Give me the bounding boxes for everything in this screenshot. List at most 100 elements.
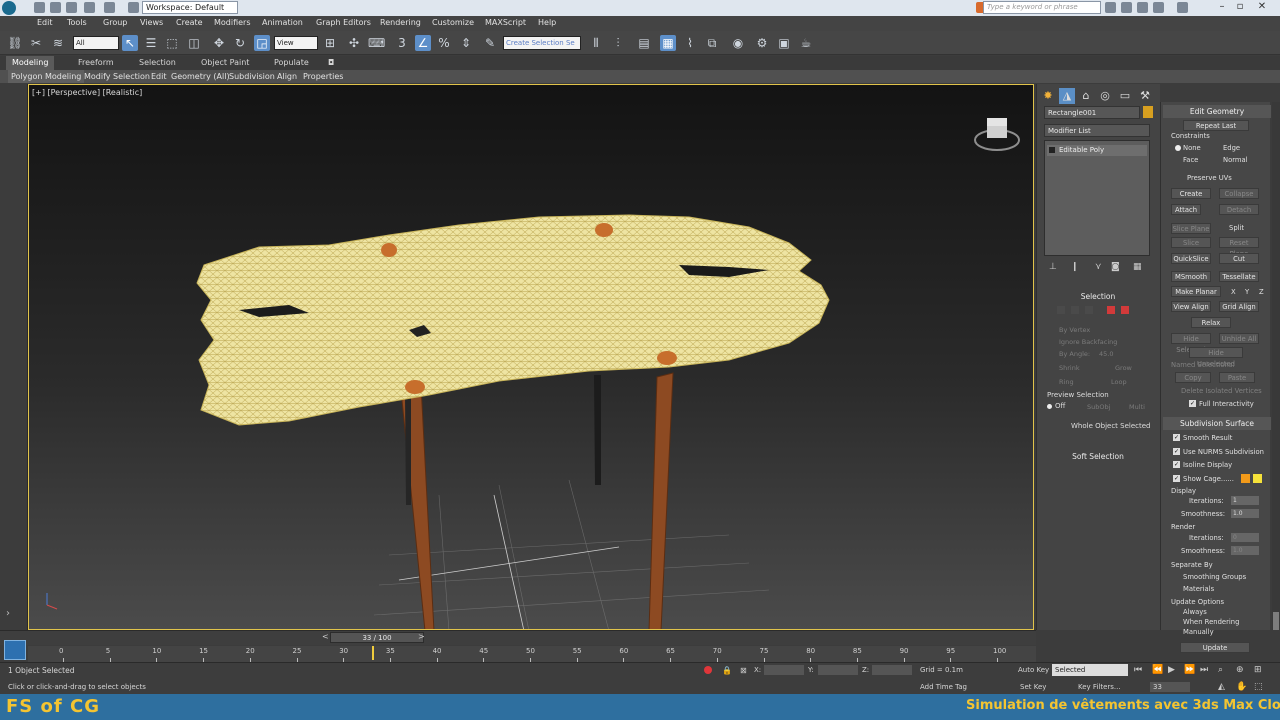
unhide-all-button[interactable]: Unhide All — [1219, 333, 1259, 344]
percent-snap-icon[interactable]: % — [436, 35, 452, 51]
previous-key-icon[interactable]: ⏪ — [1152, 665, 1163, 675]
curve-editor-icon[interactable]: ⌇ — [682, 35, 698, 51]
hide-unselected-button[interactable]: Hide Unselected — [1189, 347, 1243, 368]
auto-key-button[interactable]: Auto Key — [1018, 666, 1049, 674]
close-icon[interactable]: ✕ — [1256, 1, 1268, 13]
quickslice-button[interactable]: QuickSlice — [1171, 253, 1211, 264]
reset-plane-button[interactable]: Reset Plane — [1219, 237, 1259, 258]
spinner-snap-icon[interactable]: ⇕ — [458, 35, 474, 51]
isolate-selection-icon[interactable] — [704, 666, 712, 674]
soft-selection-rollout-header[interactable]: Soft Selection — [1041, 451, 1155, 463]
select-and-link-icon[interactable]: ⛓ — [7, 35, 23, 51]
field-of-view-icon[interactable]: ◭ — [1218, 682, 1225, 692]
collapse-button[interactable]: Collapse — [1219, 188, 1259, 199]
view-align-button[interactable]: View Align — [1171, 301, 1211, 312]
search-input[interactable]: Type a keyword or phrase — [983, 1, 1101, 14]
manually-radio[interactable]: Manually — [1183, 628, 1214, 636]
cage-color-swatch-2[interactable] — [1253, 474, 1262, 483]
menu-rendering[interactable]: Rendering — [380, 18, 421, 27]
play-icon[interactable]: ▶ — [1168, 665, 1175, 675]
create-tab-icon[interactable]: ✸ — [1040, 88, 1056, 104]
msmooth-button[interactable]: MSmooth — [1171, 271, 1211, 282]
selection-lock-icon[interactable]: 🔒 — [722, 666, 732, 675]
display-iterations-spinner[interactable]: 1 — [1231, 496, 1259, 505]
show-end-result-icon[interactable]: ❙ — [1071, 262, 1079, 272]
full-interactivity-check[interactable]: ✓ — [1189, 400, 1196, 407]
by-angle-checkbox[interactable]: By Angle: — [1059, 350, 1090, 358]
material-editor-icon[interactable]: ◉ — [730, 35, 746, 51]
save-file-icon[interactable] — [66, 2, 77, 13]
menu-graph-editors[interactable]: Graph Editors — [316, 18, 371, 27]
constraint-face-radio[interactable]: Face — [1183, 156, 1198, 164]
menu-group[interactable]: Group — [103, 18, 127, 27]
modify-tab-icon[interactable]: ◮ — [1059, 88, 1075, 104]
z-coord-field[interactable] — [872, 665, 912, 675]
stack-item-editable-poly[interactable]: Editable Poly — [1047, 145, 1147, 156]
hierarchy-tab-icon[interactable]: ⌂ — [1078, 88, 1094, 104]
polygon-mode-icon[interactable] — [1107, 306, 1115, 314]
tab-object-paint[interactable]: Object Paint — [195, 56, 255, 70]
make-unique-icon[interactable]: ⋎ — [1095, 262, 1102, 272]
menu-maxscript[interactable]: MAXScript — [485, 18, 526, 27]
x-coord-field[interactable] — [764, 665, 804, 675]
perspective-viewport[interactable] — [28, 84, 1034, 630]
go-to-start-icon[interactable]: ⏮ — [1134, 665, 1142, 675]
add-time-tag[interactable]: Add Time Tag — [920, 683, 967, 691]
track-bar[interactable]: 0 5 10 15 20 25 30 35 40 45 50 55 60 65 70 75 80 85 90 95 10… — [28, 646, 1036, 662]
configure-sets-icon[interactable]: ▦ — [1133, 262, 1142, 272]
menu-edit[interactable]: Edit — [37, 18, 53, 27]
delete-isolated-checkbox[interactable]: Delete Isolated Vertices — [1181, 387, 1262, 395]
prev-frame-icon[interactable]: < — [322, 632, 329, 641]
preview-subobj-radio[interactable]: SubObj — [1087, 403, 1110, 411]
use-nurms-check[interactable]: ✓ — [1173, 448, 1180, 455]
move-icon[interactable]: ✥ — [211, 35, 227, 51]
update-button[interactable]: Update — [1180, 642, 1250, 653]
viewport-label[interactable]: [+] [Perspective] [Realistic] — [32, 88, 142, 97]
smoothing-groups-checkbox[interactable]: Smoothing Groups — [1183, 573, 1246, 581]
menu-views[interactable]: Views — [140, 18, 163, 27]
app-logo-icon[interactable] — [2, 1, 16, 15]
select-by-name-icon[interactable]: ☰ — [143, 35, 159, 51]
panel-polygon-modeling[interactable]: Polygon Modeling — [8, 70, 85, 83]
mini-curve-editor-icon[interactable] — [4, 640, 26, 660]
display-smoothness-spinner[interactable]: 1.0 — [1231, 509, 1259, 518]
make-planar-button[interactable]: Make Planar — [1171, 286, 1221, 297]
panel-scrollbar[interactable] — [1272, 102, 1280, 630]
select-manipulate-icon[interactable]: ✣ — [346, 35, 362, 51]
keyboard-shortcut-icon[interactable]: ⌨ — [368, 35, 385, 51]
next-key-icon[interactable]: ⏩ — [1184, 665, 1195, 675]
repeat-last-button[interactable]: Repeat Last — [1183, 120, 1249, 131]
time-slider-thumb[interactable]: 33 / 100 — [330, 632, 424, 643]
key-filters-button[interactable]: Key Filters... — [1078, 683, 1121, 691]
tab-populate[interactable]: Populate — [268, 56, 315, 70]
split-checkbox[interactable]: Split — [1229, 224, 1244, 232]
slice-button[interactable]: Slice — [1171, 237, 1211, 248]
cage-color-swatch-1[interactable] — [1241, 474, 1250, 483]
y-coord-field[interactable] — [818, 665, 858, 675]
planar-x-button[interactable]: X — [1231, 288, 1236, 296]
constraint-edge-radio[interactable]: Edge — [1223, 144, 1240, 152]
attach-button[interactable]: Attach — [1171, 204, 1201, 215]
object-color-swatch[interactable] — [1143, 106, 1153, 118]
layer-explorer-icon[interactable]: ▦ — [660, 35, 676, 51]
window-crossing-icon[interactable]: ◫ — [186, 35, 202, 51]
preview-multi-radio[interactable]: Multi — [1129, 403, 1145, 411]
align-icon[interactable]: ⫶ — [610, 35, 626, 51]
subscription-icon[interactable] — [1121, 2, 1132, 13]
panel-geometry-all[interactable]: Geometry (All) — [168, 70, 233, 83]
motion-tab-icon[interactable]: ◎ — [1097, 88, 1113, 104]
select-object-icon[interactable]: ↖ — [122, 35, 138, 51]
region-select-icon[interactable]: ⬚ — [164, 35, 180, 51]
grow-button[interactable]: Grow — [1115, 364, 1132, 372]
redo-icon[interactable] — [104, 2, 115, 13]
tab-modeling[interactable]: Modeling — [6, 56, 55, 70]
zoom-extents-icon[interactable]: ⊞ — [1254, 665, 1262, 675]
menu-tools[interactable]: Tools — [67, 18, 87, 27]
by-vertex-checkbox[interactable]: By Vertex — [1059, 326, 1090, 334]
zoom-all-icon[interactable]: ⊕ — [1236, 665, 1244, 675]
reference-coordinate-dropdown[interactable]: View — [274, 36, 318, 50]
edit-geometry-header[interactable]: Edit Geometry — [1163, 105, 1271, 118]
communication-icon[interactable] — [1137, 2, 1148, 13]
vertex-mode-icon[interactable] — [1057, 306, 1065, 314]
binoculars-icon[interactable] — [1105, 2, 1116, 13]
